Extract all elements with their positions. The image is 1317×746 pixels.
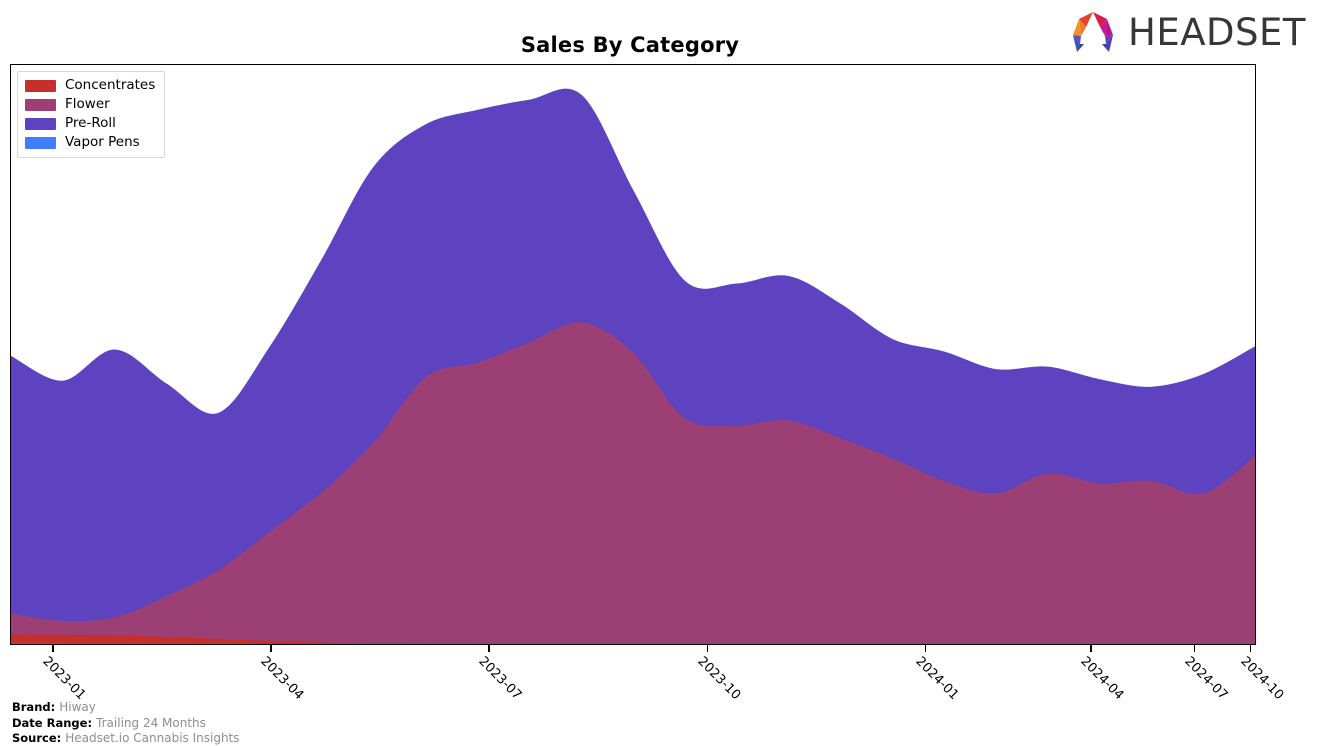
footer-key-date-range: Date Range: <box>12 715 93 730</box>
footer-value-date-range: Trailing 24 Months <box>96 715 206 730</box>
x-tick-label: 2024-07 <box>1181 654 1231 704</box>
footer-row-date-range: Date Range: Trailing 24 Months <box>12 716 240 731</box>
x-tick-mark <box>488 645 490 652</box>
legend-item-flower[interactable]: Flower <box>25 97 155 113</box>
headset-logo: HEADSET <box>1067 9 1306 55</box>
footer-key-brand: Brand: <box>12 700 56 714</box>
x-tick-label: 2023-10 <box>693 654 743 704</box>
x-axis: 2023-01 2023-04 2023-07 2023-10 2024-01 2024-… <box>10 645 1286 705</box>
legend-swatch-vapor-pens <box>25 137 56 149</box>
x-tick-mark <box>706 645 708 652</box>
x-tick-label: 2023-07 <box>475 654 525 704</box>
headset-arch-logo-icon <box>1073 12 1114 52</box>
legend-label-flower: Flower <box>65 96 110 113</box>
legend-swatch-flower <box>25 99 56 111</box>
x-tick-mark <box>924 645 926 652</box>
x-tick-label: 2024-10 <box>1237 654 1287 704</box>
legend-label-concentrates: Concentrates <box>65 77 156 94</box>
footer-value-source: Headset.io Cannabis Insights <box>65 731 240 746</box>
stacked-area-chart <box>11 88 1255 644</box>
logo-wordmark: HEADSET <box>1128 10 1306 54</box>
footer-key-source: Source: <box>12 731 62 746</box>
footer-value-brand: Hiway <box>59 700 96 714</box>
legend-label-vapor-pens: Vapor Pens <box>65 134 140 151</box>
x-tick-label: 2023-04 <box>257 654 307 704</box>
legend-item-vapor-pens[interactable]: Vapor Pens <box>25 135 155 151</box>
legend-item-pre-roll[interactable]: Pre-Roll <box>25 116 155 132</box>
x-tick-label: 2024-04 <box>1077 654 1127 704</box>
x-tick-mark <box>1249 645 1252 652</box>
footer-row-brand: Brand: Hiway <box>12 700 240 715</box>
plot-area: Concentrates Flower Pre-Roll Vapor Pens <box>10 64 1256 645</box>
legend-label-pre-roll: Pre-Roll <box>65 115 116 132</box>
chart-screenshot: Sales By Category HEADSET Concentrates F… <box>0 0 1317 746</box>
x-tick-label: 2023-01 <box>39 654 89 704</box>
footer-row-source: Source: Headset.io Cannabis Insights <box>12 731 240 746</box>
legend-swatch-concentrates <box>25 80 56 92</box>
x-tick-mark <box>1090 645 1092 652</box>
legend-swatch-pre-roll <box>25 118 56 130</box>
x-tick-mark <box>270 645 272 652</box>
x-tick-mark <box>52 645 54 652</box>
legend-item-concentrates[interactable]: Concentrates <box>25 78 155 94</box>
chart-legend: Concentrates Flower Pre-Roll Vapor Pens <box>17 71 166 158</box>
x-tick-label: 2024-01 <box>911 654 961 704</box>
x-tick-mark <box>1193 645 1196 652</box>
chart-footer: Brand: Hiway Date Range: Trailing 24 Mon… <box>12 700 240 746</box>
